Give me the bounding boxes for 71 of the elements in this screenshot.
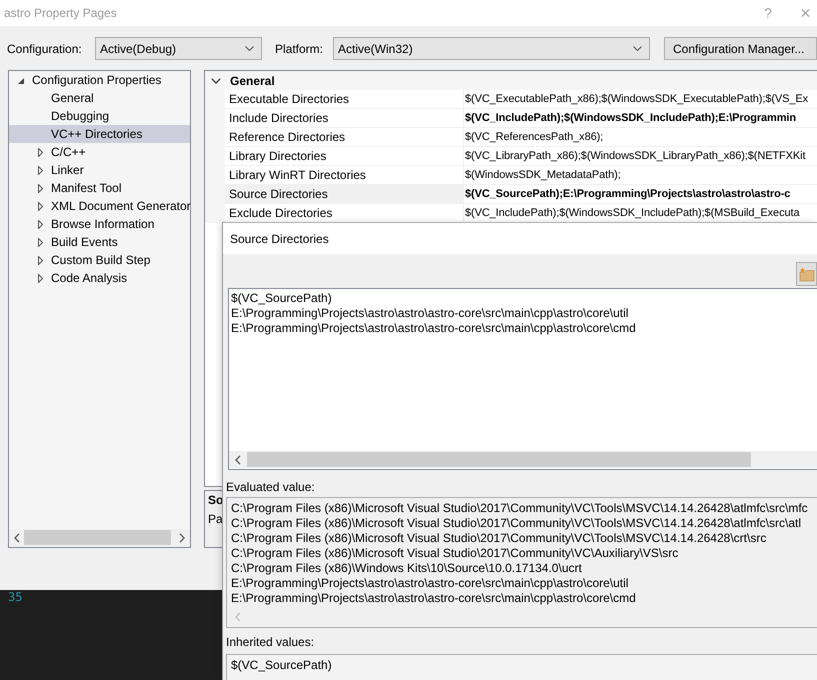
section-header[interactable]: General bbox=[205, 71, 817, 90]
scrollbar-thumb[interactable] bbox=[24, 530, 171, 545]
chevron-left-icon[interactable] bbox=[235, 454, 241, 464]
tree-item[interactable]: Code Analysis bbox=[9, 269, 190, 287]
property-name[interactable]: Exclude Directories bbox=[225, 204, 463, 223]
tree-item[interactable]: Configuration Properties bbox=[9, 71, 190, 89]
property-name[interactable]: Source Directories bbox=[225, 185, 463, 204]
tree-item[interactable]: C/C++ bbox=[9, 143, 190, 161]
horizontal-scrollbar[interactable] bbox=[229, 451, 817, 468]
property-value[interactable]: $(VC_ExecutablePath_x86);$(WindowsSDK_ExecutablePath);$(VS_Ex bbox=[463, 90, 817, 109]
property-name[interactable]: Executable Directories bbox=[225, 90, 463, 109]
tree-item[interactable]: XML Document Generator bbox=[9, 197, 190, 215]
chevron-left-icon[interactable] bbox=[14, 532, 20, 542]
property-name[interactable]: Library Directories bbox=[225, 147, 463, 166]
evaluated-path: C:\Program Files (x86)\Microsoft Visual Studio\2017\Community\VC\Tools\MSVC\14.14.26428\atlmfc\src\atl bbox=[231, 516, 801, 531]
property-name[interactable]: Reference Directories bbox=[225, 128, 463, 147]
property-name[interactable]: Library WinRT Directories bbox=[225, 166, 463, 185]
property-value[interactable]: $(VC_ReferencesPath_x86); bbox=[463, 128, 817, 147]
tree-item[interactable]: Custom Build Step bbox=[9, 251, 190, 269]
tree-item[interactable]: Browse Information bbox=[9, 215, 190, 233]
property-value[interactable]: $(VC_IncludePath);$(WindowsSDK_IncludePath);$(MSBuild_Executa bbox=[463, 204, 817, 223]
chevron-down-icon bbox=[245, 46, 254, 51]
configuration-manager-button[interactable]: Configuration Manager... bbox=[664, 37, 817, 60]
property-value[interactable]: $(VC_SourcePath);E:\Programming\Projects\astro\astro\astro-c bbox=[463, 185, 817, 204]
platform-label: Platform: bbox=[275, 42, 324, 56]
chevron-right-icon[interactable] bbox=[179, 532, 185, 542]
collapsed-caret-icon[interactable] bbox=[38, 148, 43, 156]
configuration-label: Configuration: bbox=[7, 42, 82, 56]
collapsed-caret-icon[interactable] bbox=[38, 184, 43, 192]
collapsed-caret-icon[interactable] bbox=[38, 274, 43, 282]
evaluated-path: C:\Program Files (x86)\Windows Kits\10\Source\10.0.17134.0\ucrt bbox=[231, 561, 582, 576]
chevron-down-icon[interactable] bbox=[211, 78, 221, 84]
collapsed-caret-icon[interactable] bbox=[38, 166, 43, 174]
expanded-caret-icon[interactable] bbox=[18, 78, 24, 84]
property-value[interactable]: $(WindowsSDK_MetadataPath); bbox=[463, 166, 817, 185]
tree-item[interactable]: Linker bbox=[9, 161, 190, 179]
directory-entry[interactable]: $(VC_SourcePath) bbox=[231, 291, 332, 306]
line-number: 35 bbox=[8, 590, 22, 604]
collapsed-caret-icon[interactable] bbox=[38, 202, 43, 210]
evaluated-path: C:\Program Files (x86)\Microsoft Visual Studio\2017\Community\VC\Tools\MSVC\14.14.26428\atlmfc\src\mfc bbox=[231, 501, 808, 516]
configuration-dropdown[interactable]: Active(Debug) bbox=[95, 37, 262, 60]
evaluated-path: E:\Programming\Projects\astro\astro\astro-core\src\main\cpp\astro\core\util bbox=[231, 576, 628, 591]
folder-star-icon bbox=[798, 266, 814, 282]
tree-item[interactable]: Build Events bbox=[9, 233, 190, 251]
description-text: Pa bbox=[208, 512, 223, 526]
collapsed-caret-icon[interactable] bbox=[38, 220, 43, 228]
property-value[interactable]: $(VC_IncludePath);$(WindowsSDK_IncludePath);E:\Programmin bbox=[463, 109, 817, 128]
chevron-left-icon bbox=[235, 612, 241, 622]
evaluated-path: C:\Program Files (x86)\Microsoft Visual Studio\2017\Community\VC\Auxiliary\VS\src bbox=[231, 546, 678, 561]
property-name[interactable]: Include Directories bbox=[225, 109, 463, 128]
evaluated-path: E:\Programming\Projects\astro\astro\astro-core\src\main\cpp\astro\core\cmd bbox=[231, 591, 636, 606]
tree-item[interactable]: Debugging bbox=[9, 107, 190, 125]
tree-item[interactable]: VC++ Directories bbox=[9, 125, 190, 143]
property-value[interactable]: $(VC_LibraryPath_x86);$(WindowsSDK_LibraryPath_x86);$(NETFXKit bbox=[463, 147, 817, 166]
evaluated-value-label: Evaluated value: bbox=[226, 480, 315, 495]
dialog-title: Source Directories bbox=[230, 232, 329, 246]
scrollbar-thumb[interactable] bbox=[247, 452, 751, 467]
collapsed-caret-icon[interactable] bbox=[38, 238, 43, 246]
directory-entry[interactable]: E:\Programming\Projects\astro\astro\astro-core\src\main\cpp\astro\core\cmd bbox=[231, 321, 636, 336]
tree-item[interactable]: General bbox=[9, 89, 190, 107]
inherited-values-label: Inherited values: bbox=[226, 635, 314, 650]
directory-list[interactable]: $(VC_SourcePath) E:\Programming\Projects\astro\astro\astro-core\src\main\cpp\astro\core\util E:\Programming\Projects\astro\astro\astro-core\src\main\cpp\astro\core\cmd bbox=[228, 288, 817, 470]
horizontal-scrollbar[interactable] bbox=[9, 529, 190, 546]
chevron-down-icon bbox=[633, 46, 642, 51]
tree-item[interactable]: Manifest Tool bbox=[9, 179, 190, 197]
window-title: astro Property Pages bbox=[4, 6, 117, 20]
directory-entry[interactable]: E:\Programming\Projects\astro\astro\astro-core\src\main\cpp\astro\core\util bbox=[231, 306, 628, 321]
collapsed-caret-icon[interactable] bbox=[38, 256, 43, 264]
evaluated-path: C:\Program Files (x86)\Microsoft Visual Studio\2017\Community\VC\Tools\MSVC\14.14.26428\crt\src bbox=[231, 531, 766, 546]
inherited-path: $(VC_SourcePath) bbox=[231, 658, 332, 673]
platform-dropdown[interactable]: Active(Win32) bbox=[333, 37, 650, 60]
